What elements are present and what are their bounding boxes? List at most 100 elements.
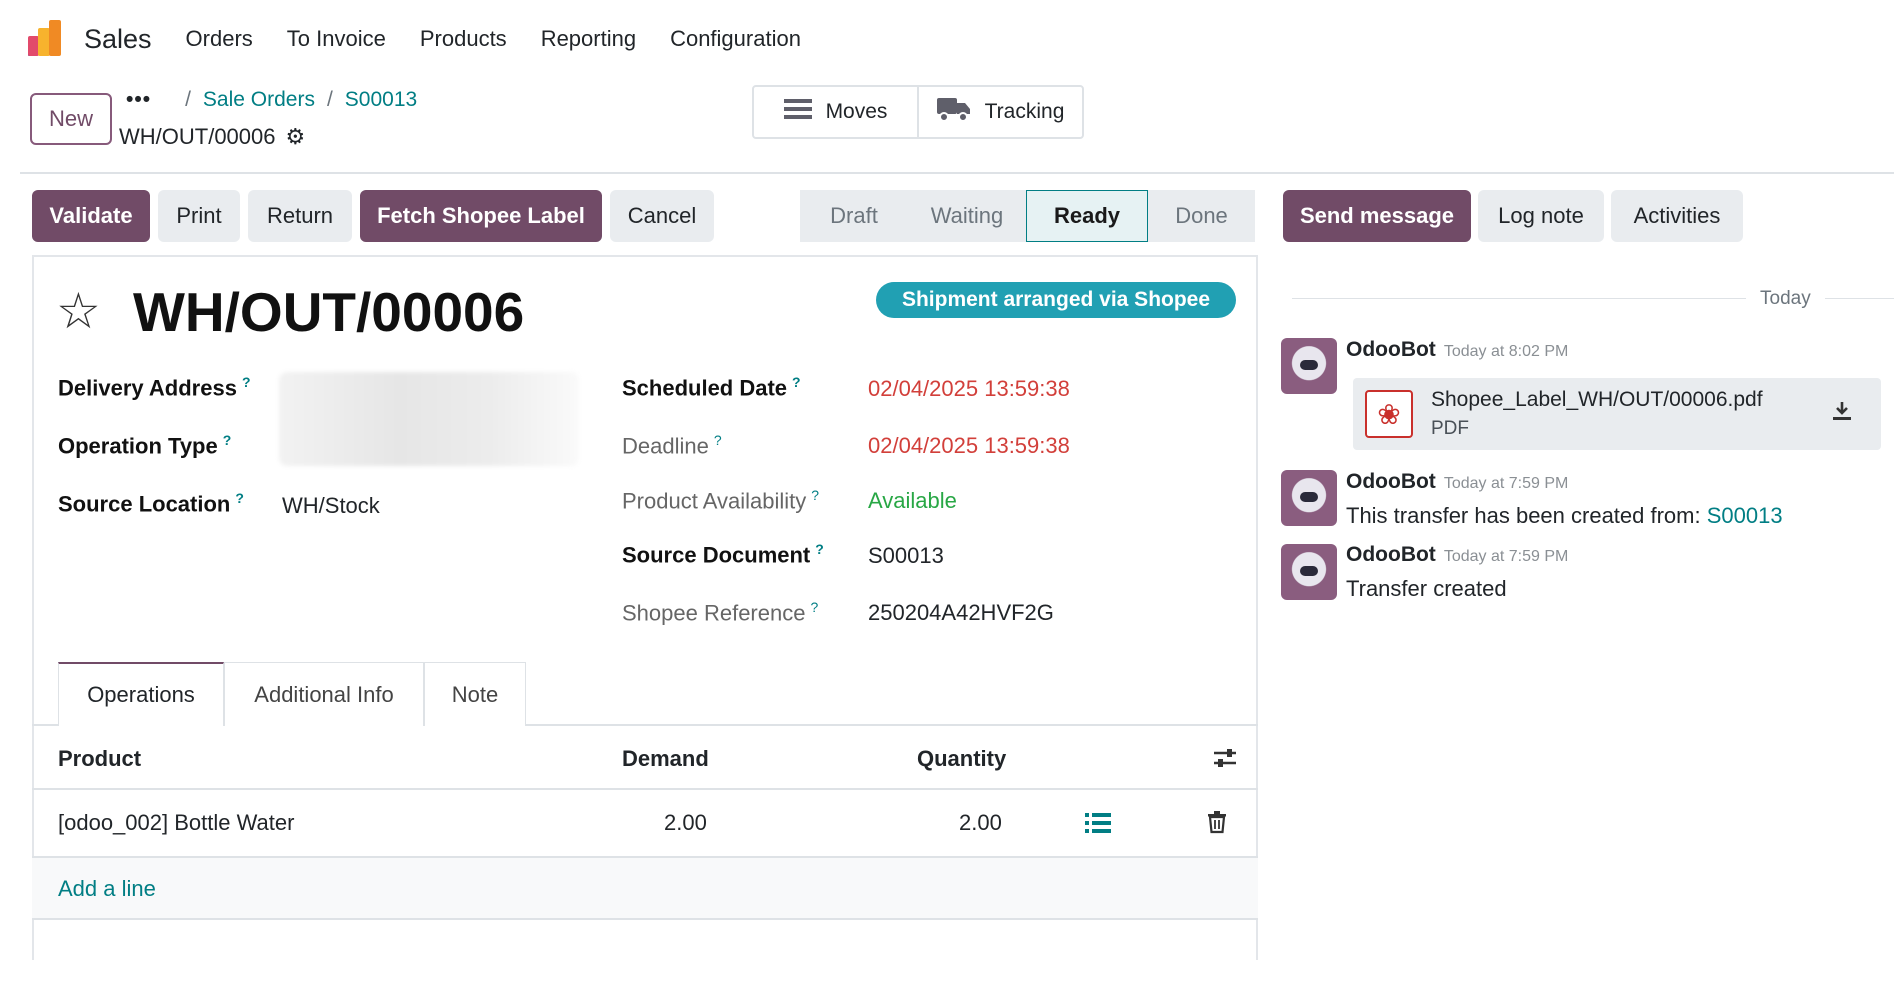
status-bar: Draft Waiting Ready Done (800, 190, 1255, 242)
record-title: WH/OUT/00006 (133, 281, 525, 343)
message-time: Today at 7:59 PM (1443, 475, 1569, 492)
attachment-type: PDF (1431, 418, 1469, 439)
log-note-button[interactable]: Log note (1478, 190, 1604, 242)
operations-table-header: Product Demand Quantity (32, 726, 1258, 790)
help-icon[interactable]: ? (714, 432, 722, 448)
stage-ready[interactable]: Ready (1026, 190, 1148, 242)
row-quantity[interactable]: 2.00 (959, 810, 1002, 836)
star-icon[interactable]: ☆ (56, 286, 101, 336)
moves-smart-button[interactable]: Moves (754, 87, 919, 137)
stage-waiting[interactable]: Waiting (908, 190, 1026, 242)
breadcrumb-separator: / (185, 88, 191, 111)
message-author[interactable]: OdooBot (1346, 470, 1436, 493)
add-a-line-link[interactable]: Add a line (58, 876, 156, 902)
notebook-tabs: Operations Additional Info Note (58, 662, 526, 726)
source-order-link[interactable]: S00013 (1707, 503, 1783, 528)
help-icon[interactable]: ? (792, 374, 801, 390)
message-header: OdooBot Today at 7:59 PM (1346, 543, 1568, 567)
smart-buttons: Moves Tracking (752, 85, 1084, 139)
source-document-label: Source Document? (622, 541, 824, 568)
stage-done[interactable]: Done (1148, 190, 1255, 242)
attachment-card[interactable]: ❀ Shopee_Label_WH/OUT/00006.pdf PDF (1353, 378, 1881, 450)
menu-orders[interactable]: Orders (186, 26, 253, 52)
message-header: OdooBot Today at 8:02 PM (1346, 338, 1568, 362)
product-availability-value: Available (868, 488, 957, 513)
help-icon[interactable]: ? (815, 541, 824, 557)
deadline-value: 02/04/2025 13:59:38 (868, 433, 1070, 458)
row-product[interactable]: [odoo_002] Bottle Water (58, 810, 294, 836)
detailed-operations-icon[interactable] (1085, 812, 1111, 840)
optional-columns-icon[interactable] (1212, 746, 1238, 776)
new-button[interactable]: New (30, 93, 112, 145)
add-line-row: Add a line (32, 858, 1258, 920)
sales-app-icon[interactable] (28, 20, 64, 58)
tab-operations[interactable]: Operations (58, 662, 224, 726)
message-text: This transfer has been created from: (1346, 503, 1701, 528)
table-row[interactable]: [odoo_002] Bottle Water 2.00 2.00 (32, 790, 1258, 858)
pdf-icon: ❀ (1365, 390, 1413, 438)
menu-to-invoice[interactable]: To Invoice (287, 26, 386, 52)
column-demand[interactable]: Demand (622, 746, 709, 772)
trash-icon[interactable] (1207, 810, 1227, 840)
moves-label: Moves (825, 100, 888, 123)
row-demand[interactable]: 2.00 (664, 810, 707, 836)
menu-configuration[interactable]: Configuration (670, 26, 801, 52)
send-message-button[interactable]: Send message (1283, 190, 1471, 242)
truck-icon (936, 96, 971, 128)
validate-button[interactable]: Validate (32, 190, 150, 242)
menu-products[interactable]: Products (420, 26, 507, 52)
stage-draft[interactable]: Draft (800, 190, 908, 242)
message-time: Today at 8:02 PM (1443, 343, 1569, 360)
help-icon[interactable]: ? (242, 374, 251, 390)
top-navbar: Sales Orders To Invoice Products Reporti… (0, 0, 1894, 78)
breadcrumb: ••• / Sale Orders / S00013 (126, 88, 417, 112)
message-body: Transfer created (1346, 576, 1507, 601)
delivery-address-label: Delivery Address? (58, 374, 251, 401)
product-availability-label: Product Availability? (622, 487, 820, 514)
print-button[interactable]: Print (158, 190, 240, 242)
message-header: OdooBot Today at 7:59 PM (1346, 470, 1568, 494)
source-location-label: Source Location? (58, 490, 244, 517)
cancel-button[interactable]: Cancel (610, 190, 714, 242)
tab-additional-info[interactable]: Additional Info (224, 662, 424, 726)
avatar[interactable] (1281, 544, 1337, 600)
deadline-label: Deadline? (622, 432, 722, 459)
tab-note[interactable]: Note (424, 662, 526, 726)
odoo-window: Sales Orders To Invoice Products Reporti… (0, 0, 1894, 991)
shipment-badge: Shipment arranged via Shopee (876, 282, 1236, 318)
download-icon[interactable] (1831, 400, 1853, 428)
help-icon[interactable]: ? (811, 487, 819, 503)
message-author[interactable]: OdooBot (1346, 338, 1436, 361)
shopee-reference-value[interactable]: 250204A42HVF2G (868, 600, 1054, 626)
scheduled-date-label: Scheduled Date? (622, 374, 801, 401)
activities-button[interactable]: Activities (1611, 190, 1743, 242)
column-quantity[interactable]: Quantity (917, 746, 1006, 772)
message-author[interactable]: OdooBot (1346, 543, 1436, 566)
avatar[interactable] (1281, 338, 1337, 394)
source-document-value[interactable]: S00013 (868, 543, 944, 569)
app-name[interactable]: Sales (84, 24, 152, 55)
breadcrumb-collapsed-dots[interactable]: ••• (126, 88, 151, 112)
return-button[interactable]: Return (248, 190, 352, 242)
message-time: Today at 7:59 PM (1443, 548, 1569, 565)
gear-icon[interactable]: ⚙ (286, 124, 306, 150)
breadcrumb-current-record: WH/OUT/00006 ⚙ (119, 124, 305, 150)
column-product[interactable]: Product (58, 746, 141, 772)
scheduled-date-value[interactable]: 02/04/2025 13:59:38 (868, 376, 1070, 402)
breadcrumb-sale-orders[interactable]: Sale Orders (203, 88, 315, 112)
tracking-smart-button[interactable]: Tracking (919, 87, 1082, 137)
shopee-reference-label: Shopee Reference? (622, 599, 819, 626)
fetch-shopee-label-button[interactable]: Fetch Shopee Label (360, 190, 602, 242)
current-record-name: WH/OUT/00006 (119, 124, 276, 149)
breadcrumb-sale-order[interactable]: S00013 (345, 88, 417, 112)
date-separator-label: Today (1746, 288, 1825, 310)
tracking-label: Tracking (984, 100, 1065, 123)
attachment-name: Shopee_Label_WH/OUT/00006.pdf (1431, 388, 1763, 411)
source-location-value[interactable]: WH/Stock (282, 493, 380, 519)
help-icon[interactable]: ? (223, 432, 232, 448)
menu-reporting[interactable]: Reporting (541, 26, 636, 52)
help-icon[interactable]: ? (235, 490, 244, 506)
help-icon[interactable]: ? (810, 599, 818, 615)
operation-type-label: Operation Type? (58, 432, 232, 459)
avatar[interactable] (1281, 470, 1337, 526)
